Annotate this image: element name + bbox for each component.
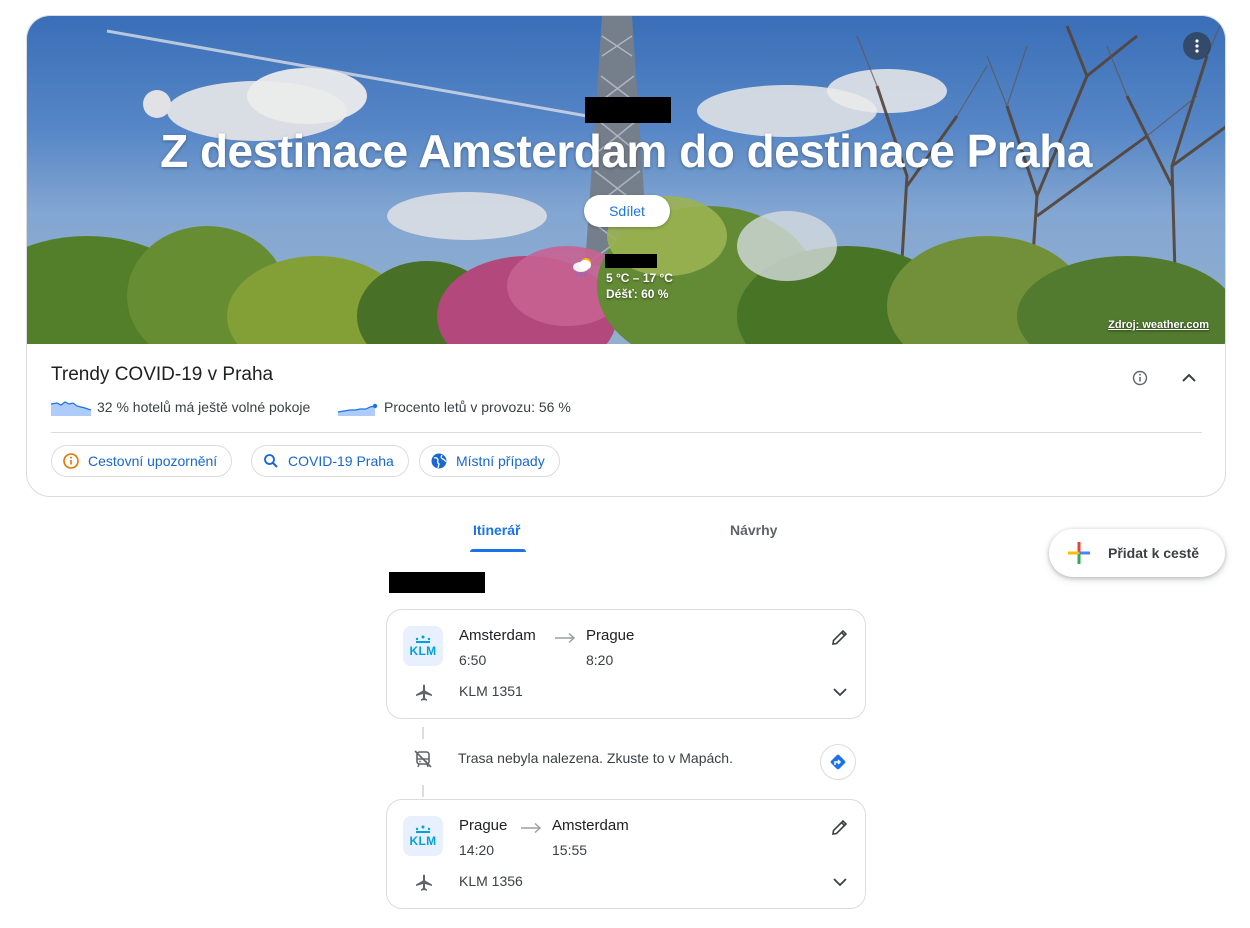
timeline-connector	[422, 785, 424, 797]
klm-logo: KLM	[403, 626, 443, 666]
directions-button[interactable]	[820, 744, 856, 780]
arrival-time: 15:55	[552, 842, 588, 858]
globe-icon	[431, 453, 447, 469]
airplane-icon	[416, 684, 432, 701]
info-icon	[63, 453, 79, 469]
flight-number: KLM 1351	[459, 683, 523, 699]
destination-city: Prague	[586, 627, 635, 644]
destination-city: Amsterdam	[552, 817, 629, 834]
pencil-icon[interactable]	[830, 627, 850, 647]
chip-label: Místní případy	[456, 453, 545, 469]
airline-logo-text: KLM	[409, 644, 437, 658]
flight-number: KLM 1356	[459, 873, 523, 889]
tab-itinerary[interactable]: Itinerář	[473, 522, 520, 538]
timeline-connector	[422, 727, 424, 739]
arrow-right-icon	[521, 822, 542, 834]
route-not-found-message: Trasa nebyla nalezena. Zkuste to v Mapác…	[458, 750, 733, 766]
weather-temperature: 5 °C – 17 °C	[606, 271, 673, 285]
plus-icon	[1068, 542, 1090, 564]
weather-source-link[interactable]: Zdroj: weather.com	[1108, 319, 1209, 331]
chip-label: COVID-19 Praha	[288, 453, 394, 469]
hotel-availability-text: 32 % hotelů má ještě volné pokoje	[97, 399, 311, 415]
chevron-up-icon[interactable]	[1177, 366, 1201, 390]
chevron-down-icon[interactable]	[830, 872, 850, 892]
redacted-block	[605, 254, 657, 268]
flight-card[interactable]: KLM Amsterdam Prague 6:50 8:20 KLM 1351	[386, 609, 866, 719]
airplane-icon	[416, 874, 432, 891]
no-transit-icon	[414, 750, 432, 768]
rain-cloud-icon	[573, 258, 591, 277]
add-to-trip-button[interactable]: Přidat k cestě	[1049, 529, 1225, 577]
sparkline-icon	[338, 403, 378, 416]
more-vert-icon	[1195, 39, 1199, 53]
sparkline-icon	[51, 401, 91, 416]
origin-city: Amsterdam	[459, 627, 536, 644]
hotel-availability-trend: 32 % hotelů má ještě volné pokoje	[51, 398, 310, 416]
redacted-block	[389, 572, 485, 593]
airline-logo-text: KLM	[409, 834, 437, 848]
flight-card[interactable]: KLM Prague Amsterdam 14:20 15:55 KLM 135…	[386, 799, 866, 909]
tab-suggestions[interactable]: Návrhy	[730, 522, 777, 538]
covid-search-chip[interactable]: COVID-19 Praha	[251, 445, 409, 477]
divider	[51, 432, 1202, 433]
pencil-icon[interactable]	[830, 817, 850, 837]
weather-rain-chance: Déšť: 60 %	[606, 287, 669, 301]
arrow-right-icon	[555, 632, 576, 644]
travel-advisory-chip[interactable]: Cestovní upozornění	[51, 445, 233, 477]
trip-title: Z destinace Amsterdam do destinace Praha	[160, 125, 1092, 177]
directions-icon	[830, 754, 846, 770]
add-to-trip-label: Přidat k cestě	[1108, 545, 1200, 561]
departure-time: 14:20	[459, 842, 495, 858]
more-options-button[interactable]	[1183, 32, 1211, 60]
info-icon[interactable]	[1131, 369, 1149, 387]
share-button[interactable]: Sdílet	[584, 195, 670, 227]
search-icon	[264, 454, 278, 468]
klm-logo: KLM	[403, 816, 443, 856]
covid-trends-title: Trendy COVID-19 v Praha	[51, 364, 274, 385]
destination-card: Z destinace Amsterdam do destinace Praha…	[26, 15, 1226, 497]
destination-hero-image: Z destinace Amsterdam do destinace Praha…	[27, 16, 1225, 344]
departure-time: 6:50	[459, 652, 487, 668]
local-cases-chip[interactable]: Místní případy	[419, 445, 560, 477]
origin-city: Prague	[459, 817, 508, 834]
arrival-time: 8:20	[586, 652, 614, 668]
flights-operating-trend: Procento letů v provozu: 56 %	[338, 398, 571, 416]
active-tab-indicator	[470, 549, 526, 552]
redacted-block	[585, 97, 671, 123]
flights-operating-text: Procento letů v provozu: 56 %	[384, 399, 571, 415]
chip-label: Cestovní upozornění	[88, 453, 218, 469]
chevron-down-icon[interactable]	[830, 682, 850, 702]
